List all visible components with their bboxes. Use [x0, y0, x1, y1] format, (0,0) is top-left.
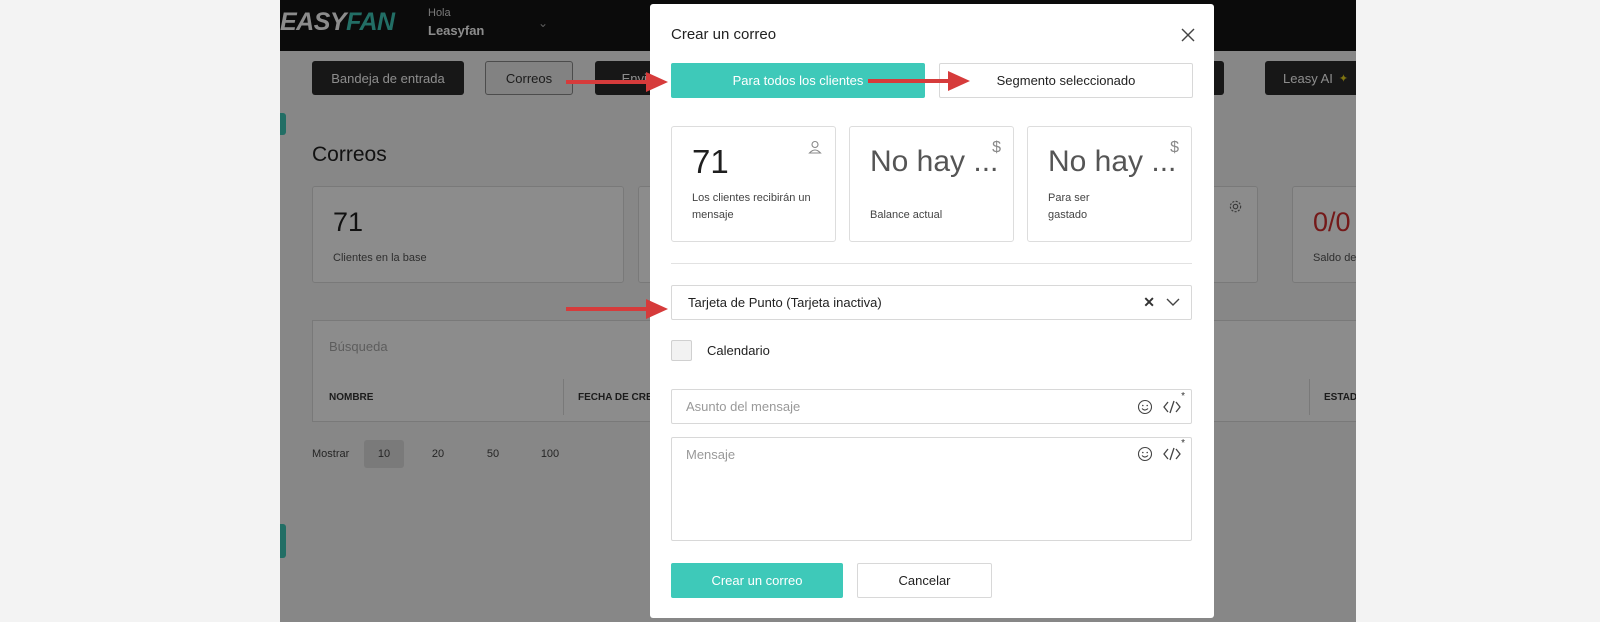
- arrow-annotation: [868, 71, 970, 91]
- calendar-checkbox[interactable]: [671, 340, 692, 361]
- required-mark: *: [1181, 438, 1185, 449]
- message-placeholder: Mensaje: [686, 447, 736, 462]
- close-icon[interactable]: [1179, 26, 1197, 44]
- recipients-label: Los clientes recibirán un mensaje: [692, 192, 811, 221]
- subject-input[interactable]: Asunto del mensaje *: [671, 389, 1192, 424]
- user-icon: [808, 140, 822, 154]
- emoji-icon[interactable]: [1137, 446, 1153, 462]
- selected-segment-button[interactable]: Segmento seleccionado: [939, 63, 1193, 98]
- calendar-label: Calendario: [707, 343, 770, 358]
- required-mark: *: [1181, 391, 1185, 402]
- create-email-modal: Crear un correo Para todos los clientes …: [650, 4, 1214, 618]
- to-spend-label: Para ser gastado: [1048, 192, 1090, 221]
- clear-icon[interactable]: ✕: [1143, 294, 1155, 311]
- card-type-select[interactable]: Tarjeta de Punto (Tarjeta inactiva) ✕: [671, 285, 1192, 320]
- create-email-button[interactable]: Crear un correo: [671, 563, 843, 598]
- to-spend-card: No hay ... $ Para ser gastado: [1027, 126, 1192, 242]
- arrow-annotation: [566, 299, 668, 319]
- message-textarea[interactable]: Mensaje *: [671, 437, 1192, 541]
- arrow-annotation: [566, 72, 668, 92]
- code-icon[interactable]: [1163, 446, 1181, 462]
- section-divider: [671, 263, 1192, 264]
- balance-value: No hay ...: [870, 145, 999, 178]
- to-spend-value: No hay ...: [1048, 145, 1177, 178]
- code-icon[interactable]: [1163, 399, 1181, 415]
- dollar-icon: $: [1170, 139, 1179, 156]
- modal-title: Crear un correo: [671, 26, 777, 43]
- recipients-card: 71 Los clientes recibirán un mensaje: [671, 126, 836, 242]
- cancel-button[interactable]: Cancelar: [857, 563, 992, 598]
- balance-card: No hay ... $ Balance actual: [849, 126, 1014, 242]
- select-value: Tarjeta de Punto (Tarjeta inactiva): [688, 295, 882, 310]
- chevron-down-icon[interactable]: [1165, 294, 1181, 310]
- recipients-count: 71: [692, 143, 729, 180]
- subject-placeholder: Asunto del mensaje: [686, 399, 801, 414]
- balance-label: Balance actual: [870, 209, 943, 221]
- emoji-icon[interactable]: [1137, 399, 1153, 415]
- dollar-icon: $: [992, 139, 1001, 156]
